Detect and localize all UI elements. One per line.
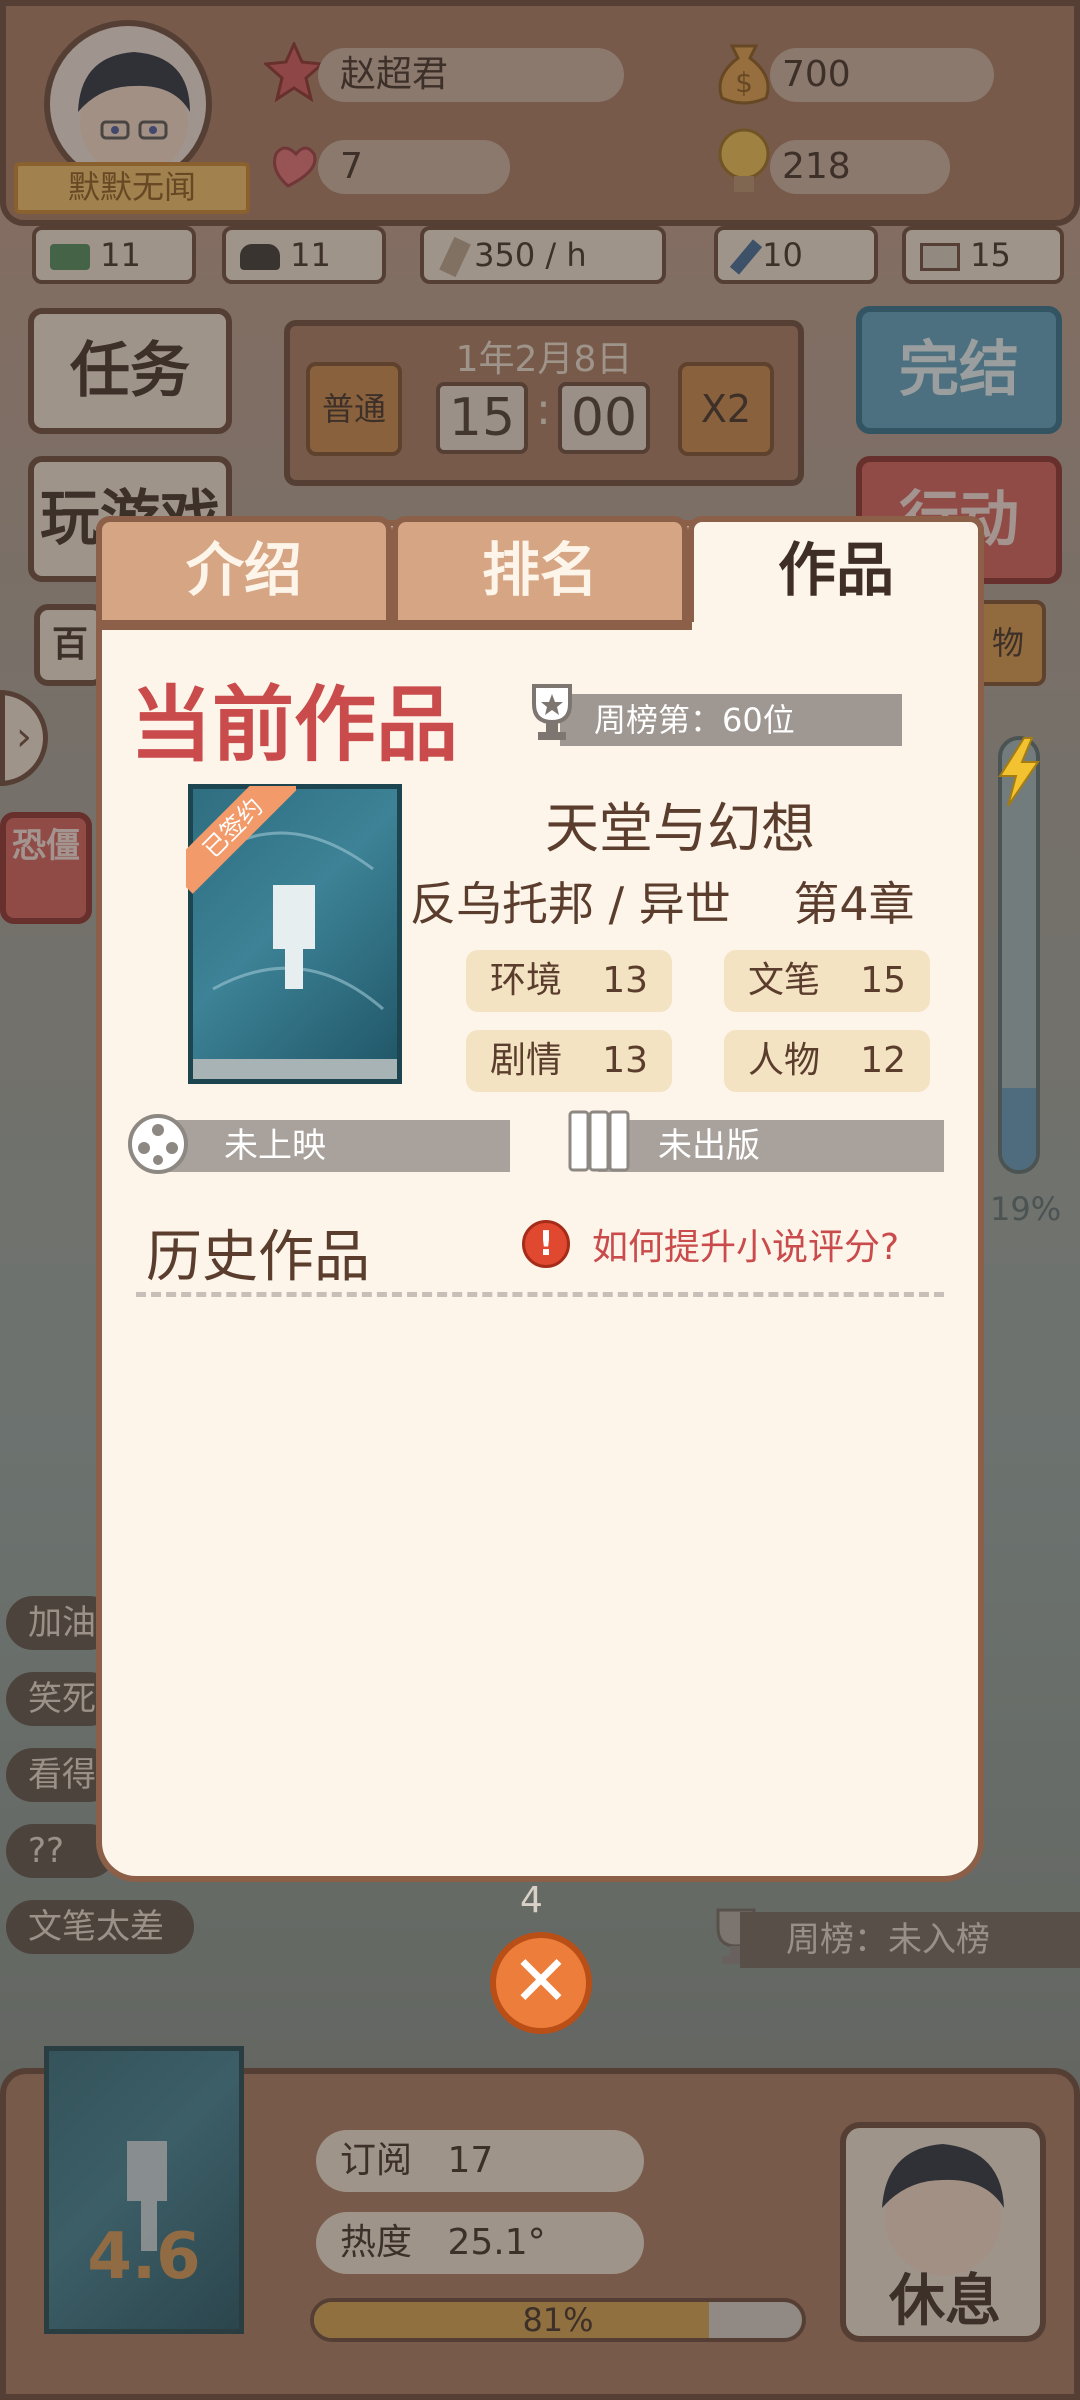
attribute-label: 人物 [748,1040,821,1081]
film-status: 未上映 [156,1120,510,1172]
history-works-heading: 历史作品 [146,1225,370,1290]
current-works-heading: 当前作品 [130,678,459,773]
attribute-value: 13 [602,960,648,1001]
book-chapter: 第4章 [793,877,915,931]
attribute-label: 环境 [490,960,563,1001]
weekly-rank-bar: 周榜第：60位 [560,694,902,746]
close-button[interactable]: ✕ [490,1932,592,2034]
attribute-label: 文笔 [748,960,821,1001]
section-divider [136,1292,944,1297]
trophy-icon [524,680,580,744]
signed-ribbon: 已签约 [186,786,296,896]
attribute-value: 15 [860,960,906,1001]
behind-modal-number: 4 [520,1880,543,1921]
bookshelf-icon [566,1108,632,1174]
tab-works[interactable]: 作品 [688,516,984,622]
book-genre: 反乌托邦 / 异世 [410,877,731,931]
publish-status: 未出版 [598,1120,944,1172]
book-title: 天堂与幻想 [545,797,815,860]
attribute-value: 13 [602,1040,648,1081]
film-reel-icon [126,1112,190,1176]
tab-ranking[interactable]: 排名 [392,516,688,622]
attribute-label: 剧情 [490,1040,563,1081]
tab-underline [96,620,692,630]
attribute-writing: 文笔 15 [724,950,930,1012]
attribute-character: 人物 12 [724,1030,930,1092]
improve-rating-link[interactable]: 如何提升小说评分? [592,1218,899,1270]
warning-icon[interactable]: ! [522,1220,570,1268]
attribute-plot: 剧情 13 [466,1030,672,1092]
tab-intro[interactable]: 介绍 [96,516,392,622]
signed-badge: 已签约 [186,786,296,894]
attribute-environment: 环境 13 [466,950,672,1012]
book-genre-line: 反乌托邦 / 异世 第4章 [410,868,915,934]
attribute-value: 12 [860,1040,906,1081]
close-icon: ✕ [511,1940,571,2022]
lightning-icon [994,736,1044,808]
